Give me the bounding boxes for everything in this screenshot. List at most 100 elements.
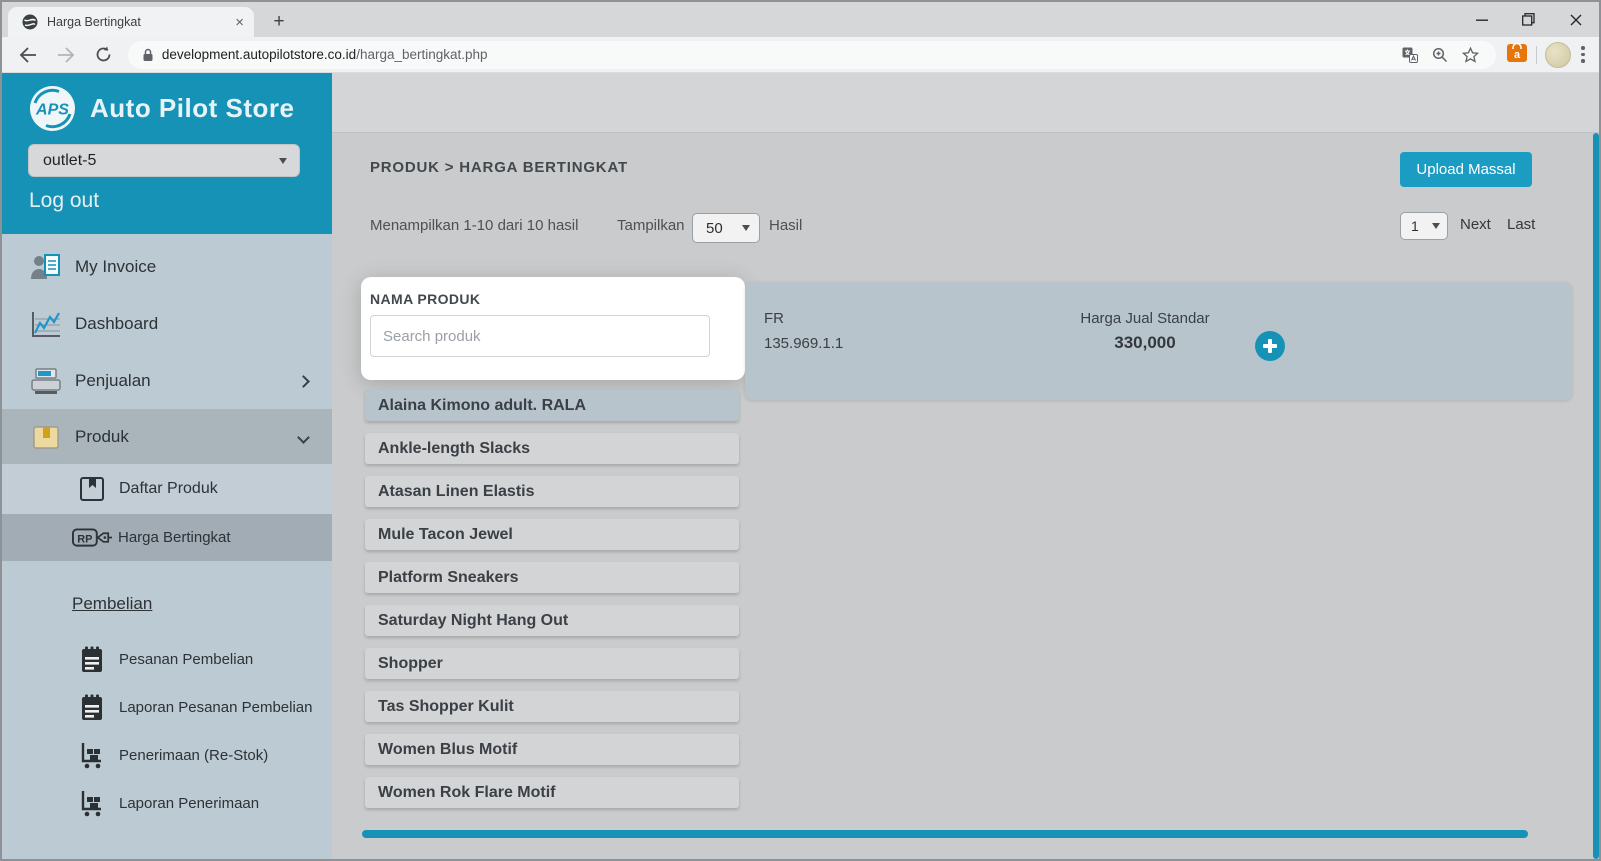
sidebar-item-penerimaan-restok[interactable]: Penerimaan (Re-Stok) [2, 732, 332, 778]
trolley-icon [78, 742, 106, 769]
translate-button[interactable] [1402, 47, 1418, 63]
vertical-scrollbar[interactable] [1593, 133, 1599, 859]
main-top-band [332, 73, 1601, 132]
url-bar[interactable]: development.autopilotstore.co.id/harga_b… [128, 41, 1497, 69]
back-button[interactable] [16, 43, 40, 67]
reload-icon [95, 46, 112, 63]
brand: APS Auto Pilot Store [29, 85, 294, 132]
forward-button[interactable] [54, 43, 78, 67]
box-outline-icon [78, 475, 106, 503]
logout-link[interactable]: Log out [29, 189, 99, 213]
pagination-last[interactable]: Last [1507, 216, 1535, 233]
upload-massal-button[interactable]: Upload Massal [1400, 152, 1532, 187]
sidebar-item-label: Pesanan Pembelian [119, 651, 253, 668]
sidebar-item-label: Penjualan [75, 371, 151, 391]
plus-icon [1268, 339, 1273, 353]
chevron-right-icon [297, 375, 310, 388]
svg-text:a: a [1514, 49, 1521, 61]
new-tab-button[interactable]: + [266, 10, 292, 36]
product-sku: 135.969.1.1 [764, 335, 843, 352]
price-tag-icon: RP [72, 526, 112, 550]
tab-close-icon[interactable]: × [235, 15, 244, 30]
globe-favicon-icon [22, 14, 38, 30]
product-row[interactable]: Ankle-length Slacks [365, 433, 739, 464]
invoice-icon [30, 253, 62, 281]
sidebar-item-label: Dashboard [75, 314, 158, 334]
minimize-button[interactable] [1458, 2, 1505, 37]
sidebar-item-label: Laporan Penerimaan [119, 795, 259, 812]
price-value: 330,000 [1055, 333, 1235, 353]
window-controls [1458, 2, 1599, 37]
outlet-select-value: outlet-5 [43, 152, 96, 170]
search-input[interactable] [370, 315, 710, 357]
notepad-icon [78, 694, 106, 721]
product-row[interactable]: Platform Sneakers [365, 562, 739, 593]
price-label: Harga Jual Standar [1055, 310, 1235, 327]
sidebar-item-label: My Invoice [75, 257, 156, 277]
add-price-tier-button[interactable] [1255, 331, 1285, 361]
sidebar-item-laporan-pesanan-pembelian[interactable]: Laporan Pesanan Pembelian [2, 684, 332, 730]
sidebar-item-label: Laporan Pesanan Pembelian [119, 699, 312, 716]
extension-bag-icon: a [1506, 41, 1528, 63]
results-summary: Menampilkan 1-10 dari 10 hasil [370, 217, 578, 234]
tab-title: Harga Bertingkat [47, 15, 235, 29]
product-row[interactable]: Atasan Linen Elastis [365, 476, 739, 507]
sidebar-item-label: Daftar Produk [119, 480, 218, 498]
tab-strip: Harga Bertingkat × + [2, 2, 1599, 37]
product-code: FR [764, 310, 784, 327]
sidebar-item-pesanan-pembelian[interactable]: Pesanan Pembelian [2, 636, 332, 682]
sidebar-item-penjualan[interactable]: Penjualan [2, 356, 332, 406]
url-path: /harga_bertingkat.php [356, 47, 487, 62]
profile-avatar[interactable] [1545, 42, 1571, 68]
horizontal-scrollbar[interactable] [362, 830, 1528, 838]
restore-icon [1522, 13, 1535, 26]
browser-menu-button[interactable] [1581, 46, 1585, 63]
chevron-down-icon [297, 431, 310, 444]
sidebar-item-my-invoice[interactable]: My Invoice [2, 242, 332, 292]
svg-text:APS: APS [35, 102, 69, 119]
close-button[interactable] [1552, 2, 1599, 37]
zoom-button[interactable] [1432, 47, 1448, 63]
product-row[interactable]: Mule Tacon Jewel [365, 519, 739, 550]
translate-icon [1402, 47, 1418, 63]
caret-down-icon [279, 158, 287, 164]
product-row[interactable]: Tas Shopper Kulit [365, 691, 739, 722]
back-icon [19, 47, 37, 63]
pagination-next[interactable]: Next [1460, 216, 1491, 233]
printer-icon [30, 367, 62, 395]
product-row[interactable]: Shopper [365, 648, 739, 679]
forward-icon [57, 47, 75, 63]
brand-name: Auto Pilot Store [90, 93, 294, 124]
sidebar-item-produk[interactable]: Produk [2, 409, 332, 464]
bookmark-button[interactable] [1462, 47, 1479, 63]
page-size-suffix: Hasil [769, 217, 802, 234]
minimize-icon [1476, 14, 1488, 26]
zoom-icon [1432, 47, 1448, 63]
page-size-select[interactable]: 50 [692, 213, 760, 243]
browser-window: Harga Bertingkat × + [0, 0, 1601, 861]
reload-button[interactable] [92, 43, 116, 67]
product-row[interactable]: Women Blus Motif [365, 734, 739, 765]
url-text: development.autopilotstore.co.id/harga_b… [162, 47, 1396, 62]
svg-text:RP: RP [77, 533, 92, 545]
sidebar-item-daftar-produk[interactable]: Daftar Produk [2, 464, 332, 514]
toolbar-right: a [1506, 41, 1599, 68]
restore-button[interactable] [1505, 2, 1552, 37]
product-row[interactable]: Saturday Night Hang Out [365, 605, 739, 636]
browser-toolbar: development.autopilotstore.co.id/harga_b… [2, 37, 1599, 73]
page-number-value: 1 [1411, 218, 1419, 234]
trolley-icon [78, 790, 106, 817]
outlet-select[interactable]: outlet-5 [28, 144, 300, 177]
product-row[interactable]: Women Rok Flare Motif [365, 777, 739, 808]
page-number-select[interactable]: 1 [1400, 212, 1448, 240]
sidebar-item-laporan-penerimaan[interactable]: Laporan Penerimaan [2, 780, 332, 826]
notepad-icon [78, 646, 106, 673]
sidebar-section-pembelian[interactable]: Pembelian [72, 594, 152, 614]
browser-tab[interactable]: Harga Bertingkat × [8, 7, 254, 37]
product-row[interactable]: Alaina Kimono adult. RALA [365, 390, 739, 421]
sidebar-item-dashboard[interactable]: Dashboard [2, 299, 332, 349]
sidebar-item-label: Harga Bertingkat [118, 529, 231, 546]
sidebar-header: APS Auto Pilot Store outlet-5 Log out [2, 73, 332, 234]
extension-bag-button[interactable]: a [1506, 41, 1528, 68]
sidebar-item-harga-bertingkat[interactable]: RP Harga Bertingkat [2, 514, 332, 561]
